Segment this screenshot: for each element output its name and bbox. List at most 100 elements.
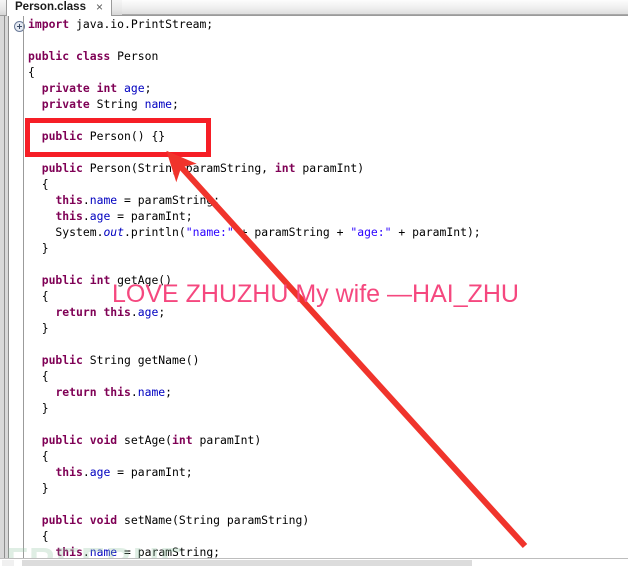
code-line: public void setAge(int paramInt): [28, 432, 481, 448]
code-token: + paramString +: [233, 225, 351, 239]
code-token: age: [89, 465, 111, 479]
code-token: public class: [28, 49, 111, 63]
code-token: .: [130, 305, 138, 319]
code-token: int: [172, 433, 193, 447]
code-line: {: [28, 448, 481, 464]
code-token: = paramInt;: [110, 465, 193, 479]
code-line: this.name = paramString;: [28, 192, 481, 208]
code-line: return this.age;: [28, 304, 481, 320]
code-token: return this: [55, 385, 131, 399]
code-token: return this: [55, 305, 131, 319]
code-token: name: [89, 193, 118, 207]
editor-tab-strip: Person.class ×: [0, 0, 628, 16]
code-token: this: [55, 465, 83, 479]
code-line: System.out.println("name:" + paramString…: [28, 224, 480, 240]
code-token: int: [274, 161, 296, 175]
code-token: {: [28, 369, 49, 383]
code-token: name: [144, 97, 173, 111]
code-line: }: [28, 400, 481, 416]
code-token: age: [137, 305, 159, 319]
code-token: = paramString;: [117, 545, 221, 558]
code-line: public void setName(String paramString): [28, 512, 481, 528]
code-token: .: [82, 465, 90, 479]
code-token: name: [137, 385, 166, 399]
code-line: }: [28, 240, 481, 256]
code-line: public class Person: [28, 48, 481, 64]
code-line: public Person(String paramString, int pa…: [28, 160, 481, 176]
code-token: Person(String paramString,: [82, 161, 275, 175]
code-token: setName(String paramString): [117, 513, 310, 527]
code-token: String: [89, 97, 145, 111]
code-token: ;: [165, 385, 173, 399]
code-line: private String name;: [28, 96, 481, 112]
code-token: "name:": [185, 225, 234, 239]
fold-rail-line: [23, 16, 24, 558]
code-line: private int age;: [28, 80, 481, 96]
horizontal-scrollbar[interactable]: [0, 558, 628, 566]
scrollbar-left-cap[interactable]: [2, 560, 14, 566]
code-line: public String getName(): [28, 352, 481, 368]
code-token: {: [28, 449, 49, 463]
code-token: }: [28, 481, 49, 495]
code-token: ;: [158, 305, 166, 319]
code-line: this.age = paramInt;: [28, 208, 481, 224]
code-token: age: [89, 209, 111, 223]
code-token: {: [28, 65, 35, 79]
tab-strip-filler: [122, 0, 628, 15]
code-token: Person() {}: [82, 129, 166, 143]
code-token: paramInt): [295, 161, 365, 175]
scrollbar-thumb[interactable]: [22, 560, 472, 566]
code-token: getAge(): [110, 273, 173, 287]
code-line: {: [28, 368, 481, 384]
code-token: .: [82, 193, 90, 207]
code-token: String getName(): [82, 353, 200, 367]
tab-person-class[interactable]: Person.class ×: [6, 0, 112, 16]
code-token: name: [89, 545, 118, 558]
code-editor-pane[interactable]: import java.io.PrintStream; public class…: [0, 16, 628, 558]
fold-gutter[interactable]: [10, 16, 25, 558]
code-token: import: [28, 17, 70, 31]
code-token: this: [55, 193, 83, 207]
code-line: this.age = paramInt;: [28, 464, 481, 480]
code-line: }: [28, 320, 481, 336]
code-token: "age:": [350, 225, 392, 239]
source-code-text[interactable]: import java.io.PrintStream; public class…: [28, 16, 481, 558]
gutter-divider-line: [4, 16, 5, 558]
code-token: .println(: [124, 225, 186, 239]
code-line: this.name = paramString;: [28, 544, 481, 558]
code-token: }: [28, 321, 49, 335]
code-token: private: [41, 97, 90, 111]
close-icon[interactable]: ×: [96, 0, 103, 16]
code-line: public int getAge(): [28, 272, 481, 288]
code-token: public void: [41, 513, 118, 527]
code-line: }: [28, 480, 481, 496]
tab-label: Person.class: [15, 1, 86, 13]
code-line: {: [28, 176, 481, 192]
code-token: .: [82, 209, 90, 223]
code-line: import java.io.PrintStream;: [28, 16, 481, 32]
code-line: public Person() {}: [28, 128, 481, 144]
code-line: {: [28, 528, 481, 544]
code-token: = paramString;: [117, 193, 221, 207]
code-token: ;: [144, 81, 152, 95]
code-token: public int: [41, 273, 111, 287]
code-token: public: [41, 353, 83, 367]
code-token: System.: [28, 225, 104, 239]
